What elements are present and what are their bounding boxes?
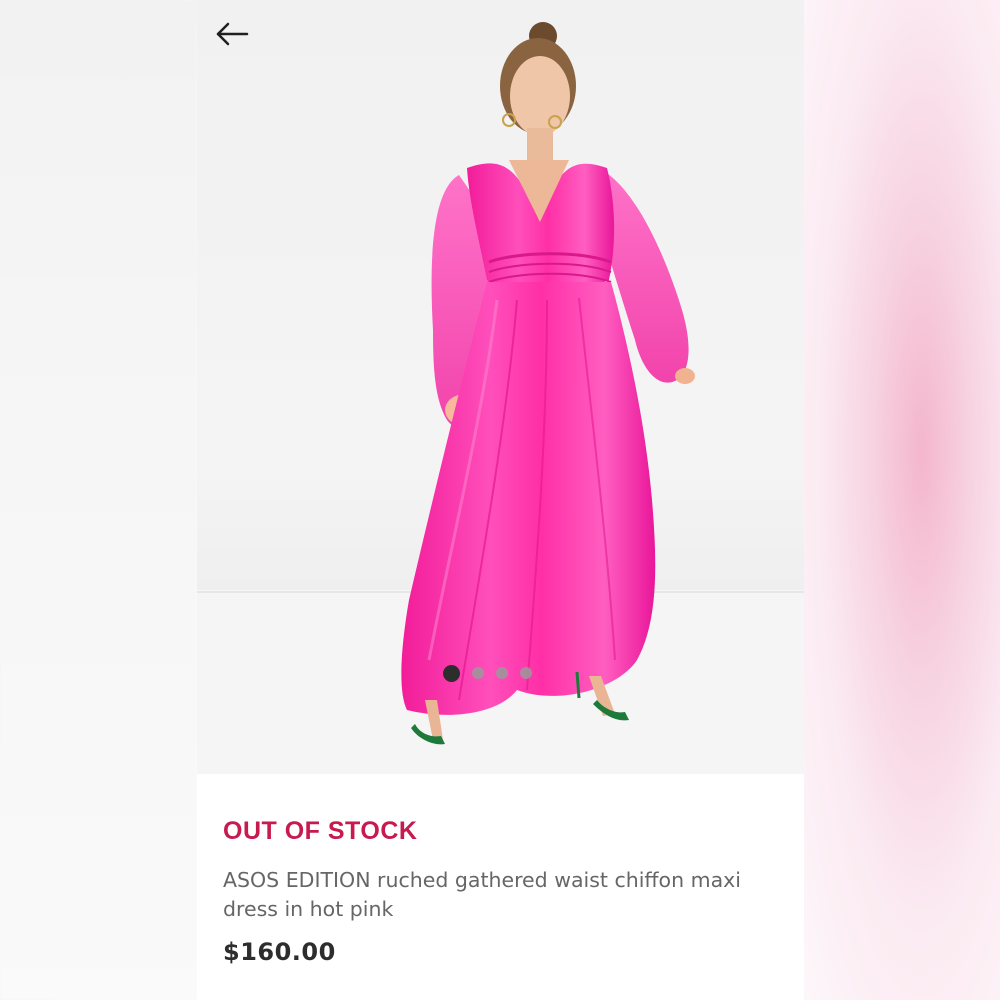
pagination-dot-active[interactable] bbox=[443, 664, 460, 682]
product-screen: OUT OF STOCK ASOS EDITION ruched gathere… bbox=[197, 0, 804, 1000]
product-image[interactable] bbox=[197, 0, 804, 774]
blurred-background-right bbox=[804, 0, 1000, 1000]
product-info: OUT OF STOCK ASOS EDITION ruched gathere… bbox=[223, 812, 783, 966]
product-price: $160.00 bbox=[223, 938, 336, 966]
arrow-left-icon bbox=[216, 22, 249, 46]
pagination-dot[interactable] bbox=[472, 667, 484, 679]
product-title: ASOS EDITION ruched gathered waist chiff… bbox=[223, 868, 741, 921]
product-photo-illustration bbox=[197, 22, 804, 774]
stock-status: OUT OF STOCK bbox=[223, 817, 418, 845]
back-button[interactable] bbox=[215, 22, 255, 62]
pagination-dot[interactable] bbox=[520, 667, 532, 679]
image-pagination bbox=[443, 664, 532, 682]
pagination-dot[interactable] bbox=[496, 667, 508, 679]
screenshot-stage: OUT OF STOCK ASOS EDITION ruched gathere… bbox=[0, 0, 1000, 1000]
blurred-background-left bbox=[0, 0, 197, 1000]
